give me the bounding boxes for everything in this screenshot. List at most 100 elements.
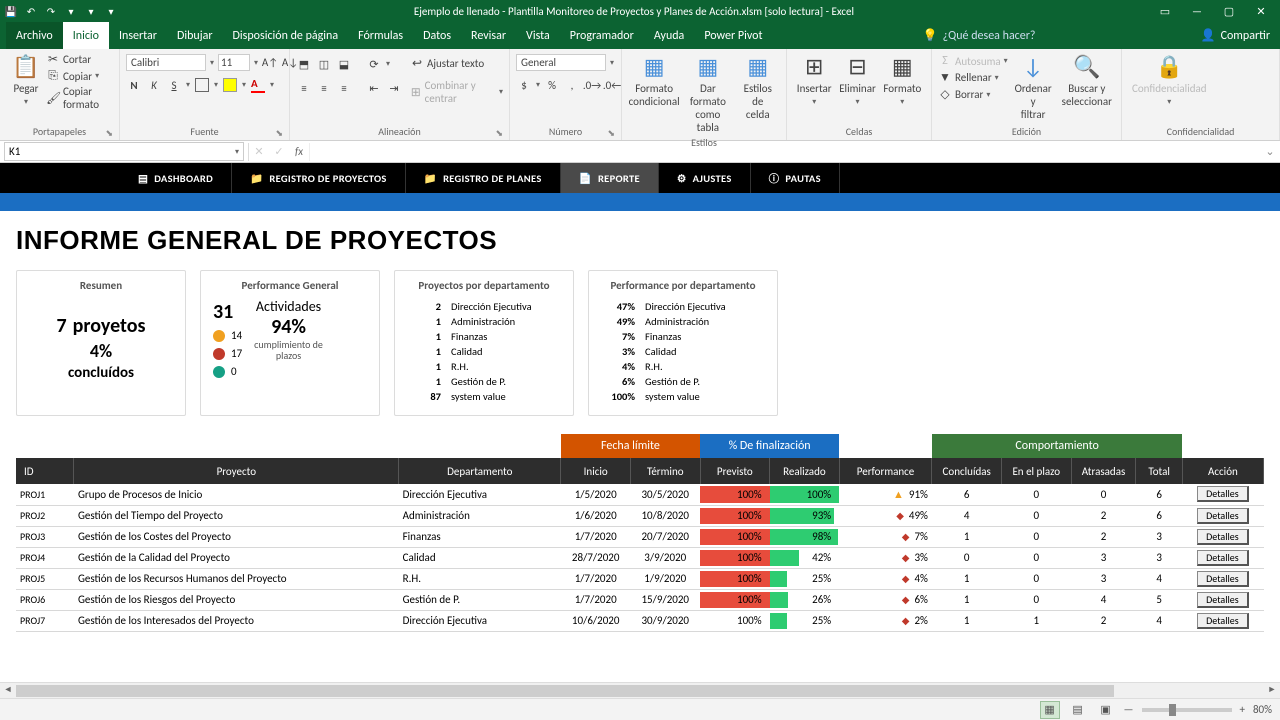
- increase-font-icon[interactable]: A↑: [262, 55, 278, 71]
- orientation-icon[interactable]: ⟳: [366, 56, 382, 72]
- tellme-label[interactable]: ¿Qué desea hacer?: [943, 29, 1036, 43]
- undo-icon[interactable]: ↶: [24, 4, 38, 18]
- nav-registro-de-proyectos[interactable]: 📁REGISTRO DE PROYECTOS: [232, 163, 406, 193]
- sensitivity-button[interactable]: 🔒Confidencialidad▾: [1128, 51, 1211, 109]
- formula-input[interactable]: [309, 143, 1260, 161]
- fill-button[interactable]: ▼Rellenar▾: [938, 69, 1008, 86]
- zoom-level[interactable]: 80%: [1253, 703, 1272, 716]
- increase-decimal-icon[interactable]: .0→: [584, 77, 600, 93]
- format-cells-button[interactable]: ▦Formato▾: [880, 51, 925, 109]
- nav-pautas[interactable]: ⓘPAUTAS: [751, 163, 840, 193]
- tellme-icon[interactable]: 💡: [923, 28, 938, 43]
- horizontal-scrollbar[interactable]: ◄ ►: [0, 682, 1280, 698]
- col-header[interactable]: Departamento: [399, 458, 561, 484]
- percent-format-icon[interactable]: %: [544, 77, 560, 93]
- zoom-slider[interactable]: [1142, 708, 1232, 712]
- scroll-left-icon[interactable]: ◄: [0, 684, 16, 698]
- qa-icon-5[interactable]: ▾: [84, 4, 98, 18]
- col-header[interactable]: Total: [1136, 458, 1182, 484]
- details-button[interactable]: Detalles: [1197, 550, 1249, 566]
- wrap-text-button[interactable]: ↩Ajustar texto: [410, 55, 503, 72]
- nav-registro-de-planes[interactable]: 📁REGISTRO DE PLANES: [406, 163, 561, 193]
- qa-icon-4[interactable]: ▾: [64, 4, 78, 18]
- close-icon[interactable]: ✕: [1246, 1, 1276, 21]
- nav-dashboard[interactable]: ▤DASHBOARD: [120, 163, 232, 193]
- tab-archivo[interactable]: Archivo: [6, 22, 63, 49]
- tab-power-pivot[interactable]: Power Pivot: [694, 22, 772, 49]
- align-launcher-icon[interactable]: ⬊: [495, 128, 503, 139]
- align-bottom-icon[interactable]: ⬓: [336, 56, 352, 72]
- sort-filter-button[interactable]: ↓Ordenar y filtrar: [1008, 51, 1059, 123]
- details-button[interactable]: Detalles: [1197, 571, 1249, 587]
- italic-button[interactable]: K: [146, 77, 162, 93]
- paste-button[interactable]: 📋 Pegar ▾: [6, 51, 46, 109]
- qa-customize-icon[interactable]: ▾: [104, 4, 118, 18]
- tab-insertar[interactable]: Insertar: [109, 22, 167, 49]
- font-launcher-icon[interactable]: ⬊: [275, 128, 283, 139]
- scroll-thumb[interactable]: [16, 685, 1114, 697]
- align-center-icon[interactable]: ≡: [316, 80, 332, 96]
- align-right-icon[interactable]: ≡: [336, 80, 352, 96]
- merge-center-button[interactable]: ⊞Combinar y centrar▾: [410, 78, 503, 106]
- nav-reporte[interactable]: 📄REPORTE: [561, 163, 659, 193]
- col-header[interactable]: Acción: [1182, 458, 1263, 484]
- page-layout-view-icon[interactable]: ▤: [1068, 701, 1088, 719]
- share-button[interactable]: Compartir: [1221, 29, 1270, 43]
- delete-cells-button[interactable]: ⊟Eliminar▾: [835, 51, 879, 109]
- col-header[interactable]: Inicio: [561, 458, 631, 484]
- normal-view-icon[interactable]: ▦: [1040, 701, 1060, 719]
- col-header[interactable]: En el plazo: [1001, 458, 1071, 484]
- share-icon[interactable]: 👤: [1201, 28, 1216, 43]
- number-format-select[interactable]: General: [516, 54, 606, 71]
- tab-dibujar[interactable]: Dibujar: [167, 22, 223, 49]
- align-top-icon[interactable]: ⬒: [296, 56, 312, 72]
- tab-revisar[interactable]: Revisar: [461, 22, 516, 49]
- zoom-out-icon[interactable]: —: [1124, 703, 1134, 716]
- cancel-formula-icon[interactable]: ✕: [249, 145, 269, 158]
- details-button[interactable]: Detalles: [1197, 592, 1249, 608]
- enter-formula-icon[interactable]: ✓: [269, 145, 289, 158]
- zoom-in-icon[interactable]: +: [1240, 703, 1245, 716]
- autosum-button[interactable]: ΣAutosuma▾: [938, 53, 1008, 69]
- accounting-format-icon[interactable]: $: [516, 77, 532, 93]
- col-header[interactable]: Atrasadas: [1071, 458, 1136, 484]
- name-box[interactable]: K1▾: [4, 142, 244, 161]
- scroll-right-icon[interactable]: ►: [1264, 684, 1280, 698]
- clipboard-launcher-icon[interactable]: ⬊: [105, 128, 113, 139]
- maximize-icon[interactable]: ▢: [1214, 1, 1244, 21]
- details-button[interactable]: Detalles: [1197, 486, 1249, 502]
- align-left-icon[interactable]: ≡: [296, 80, 312, 96]
- font-size-select[interactable]: 11: [218, 54, 250, 71]
- tab-programador[interactable]: Programador: [560, 22, 644, 49]
- cut-button[interactable]: ✂Cortar: [46, 51, 113, 68]
- tab-inicio[interactable]: Inicio: [63, 22, 109, 49]
- underline-button[interactable]: S: [166, 77, 182, 93]
- tab-ayuda[interactable]: Ayuda: [644, 22, 695, 49]
- number-launcher-icon[interactable]: ⬊: [607, 128, 615, 139]
- decrease-decimal-icon[interactable]: .0←: [604, 77, 620, 93]
- format-as-table-button[interactable]: ▦Dar formato como tabla: [680, 51, 735, 136]
- page-break-view-icon[interactable]: ▣: [1096, 701, 1116, 719]
- tab-disposición-de-página[interactable]: Disposición de página: [223, 22, 349, 49]
- format-painter-button[interactable]: 🖌Copiar formato: [46, 84, 113, 112]
- cell-styles-button[interactable]: ▦Estilos de celda: [736, 51, 780, 123]
- redo-icon[interactable]: ↷: [44, 4, 58, 18]
- align-middle-icon[interactable]: ◫: [316, 56, 332, 72]
- col-header[interactable]: Realizado: [770, 458, 840, 484]
- find-select-button[interactable]: 🔍Buscar y seleccionar: [1059, 51, 1115, 110]
- tab-datos[interactable]: Datos: [413, 22, 461, 49]
- tab-fórmulas[interactable]: Fórmulas: [348, 22, 413, 49]
- fill-color-button[interactable]: [222, 77, 238, 93]
- expand-formula-icon[interactable]: ⌄: [1260, 145, 1280, 158]
- col-header[interactable]: Proyecto: [74, 458, 399, 484]
- conditional-format-button[interactable]: ▦Formato condicional: [628, 51, 680, 110]
- ribbon-options-icon[interactable]: ▭: [1150, 1, 1180, 21]
- minimize-icon[interactable]: —: [1182, 1, 1212, 21]
- font-name-select[interactable]: Calibri: [126, 54, 206, 71]
- decrease-indent-icon[interactable]: ⇤: [366, 80, 382, 96]
- col-header[interactable]: Concluídas: [932, 458, 1002, 484]
- col-header[interactable]: ID: [16, 458, 74, 484]
- insert-function-icon[interactable]: fx: [289, 145, 309, 158]
- tab-vista[interactable]: Vista: [516, 22, 560, 49]
- details-button[interactable]: Detalles: [1197, 529, 1249, 545]
